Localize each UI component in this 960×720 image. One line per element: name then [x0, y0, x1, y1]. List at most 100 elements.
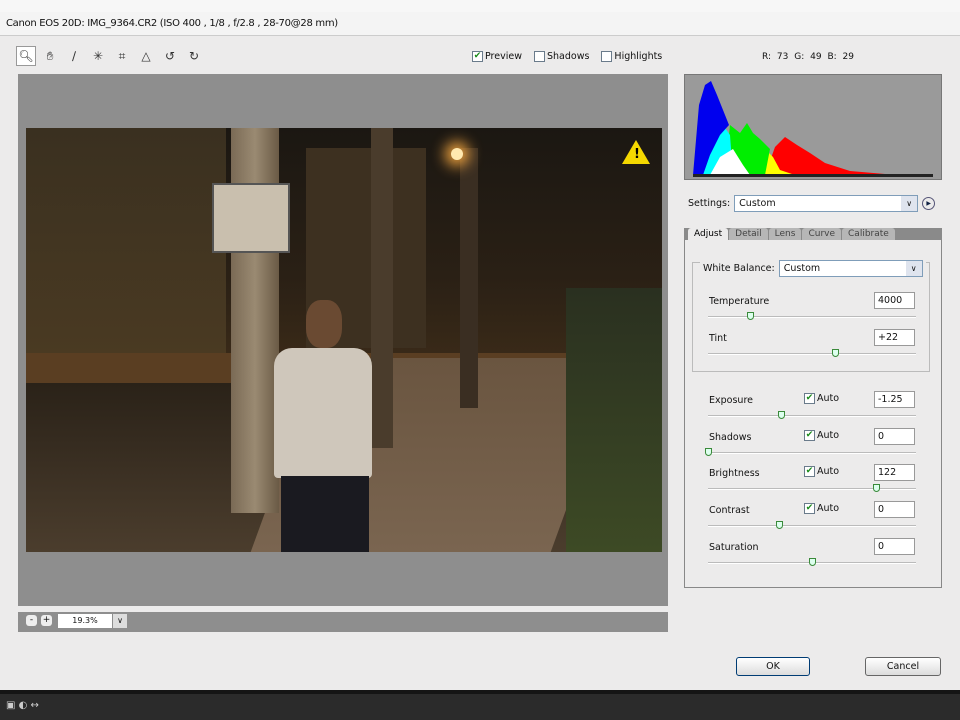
slider-label: Contrast [709, 505, 750, 516]
bushes [566, 288, 662, 552]
window-title: Canon EOS 20D: IMG_9364.CR2 (ISO 400 , 1… [6, 18, 338, 29]
street-light [451, 148, 463, 160]
white-balance-eyedropper-icon[interactable]: ∕ [64, 46, 84, 66]
g-value: 49 [810, 52, 822, 62]
slider-row-saturation: Saturation 0 [708, 538, 918, 568]
taskbar: ▣ ◐ ↔ [0, 690, 960, 720]
white-balance-row: White Balance: Custom ∨ [700, 260, 926, 277]
tab-adjust[interactable]: Adjust [688, 228, 729, 240]
slider-track[interactable] [708, 312, 916, 320]
slider-value-field[interactable]: 0 [874, 501, 915, 518]
zoom-out-button[interactable]: - [26, 615, 37, 626]
photo-preview[interactable]: ! [26, 128, 662, 552]
preview-label: Preview [485, 51, 522, 62]
slider-thumb[interactable] [873, 484, 881, 492]
zoom-level-field[interactable]: 19.3% [58, 614, 112, 628]
slider-track[interactable] [708, 349, 916, 357]
tab-detail[interactable]: Detail [729, 228, 768, 240]
auto-checkbox[interactable]: ✔ Auto [804, 503, 839, 514]
white-balance-select[interactable]: Custom ∨ [778, 260, 923, 277]
slider-thumb[interactable] [705, 448, 712, 456]
slider-thumb[interactable] [775, 521, 783, 529]
toolbar: 🔍︎ ✋︎ ∕ ✳ ⌗ △ ↺ ↻ [16, 46, 204, 68]
rotate-right-icon[interactable]: ↻ [184, 46, 204, 66]
slider-thumb[interactable] [746, 312, 754, 320]
white-balance-label: White Balance: [703, 263, 775, 274]
tab-calibrate[interactable]: Calibrate [842, 228, 895, 240]
slider-value-field[interactable]: +22 [874, 329, 915, 346]
auto-checkbox[interactable]: ✔ Auto [804, 393, 839, 404]
taskbar-icons[interactable]: ▣ ◐ ↔ [6, 700, 39, 711]
slider-row-brightness: Brightness ✔ Auto 122 [708, 464, 918, 494]
slider-thumb[interactable] [831, 349, 839, 357]
auto-label: Auto [817, 466, 840, 477]
chevron-down-icon[interactable]: ∨ [905, 261, 922, 276]
slider-value-field[interactable]: 0 [874, 538, 915, 555]
color-sampler-icon[interactable]: ✳ [88, 46, 108, 66]
rgb-readout: R: 73 G: 49 B: 29 [762, 52, 854, 62]
slider-label: Tint [709, 333, 727, 344]
slider-value-field[interactable]: 0 [874, 428, 915, 445]
preview-checkbox[interactable]: ✔ Preview [472, 51, 522, 62]
settings-menu-icon[interactable]: ▶ [922, 197, 936, 210]
checkbox-box[interactable]: ✔ [472, 51, 483, 62]
highlights-clipping-checkbox[interactable]: Highlights [601, 51, 662, 62]
cancel-button[interactable]: Cancel [865, 657, 941, 676]
slider-value-field[interactable]: 122 [874, 464, 915, 481]
histogram-graph [693, 81, 933, 177]
histogram-red [765, 137, 915, 175]
tab-curve[interactable]: Curve [802, 228, 842, 240]
zoom-in-button[interactable]: + [41, 615, 52, 626]
slider-value-field[interactable]: -1.25 [874, 391, 915, 408]
straighten-icon[interactable]: △ [136, 46, 156, 66]
slider-track[interactable] [708, 521, 916, 529]
auto-label: Auto [817, 393, 840, 404]
chevron-down-icon[interactable]: ∨ [901, 196, 918, 211]
slider-track[interactable] [705, 448, 916, 456]
slider-track[interactable] [708, 558, 916, 566]
slider-label: Saturation [709, 542, 759, 553]
title-bar: Canon EOS 20D: IMG_9364.CR2 (ISO 400 , 1… [0, 12, 960, 36]
rotate-left-icon[interactable]: ↺ [160, 46, 180, 66]
slider-thumb[interactable] [809, 558, 816, 566]
auto-label: Auto [817, 503, 840, 514]
slider-value-field[interactable]: 4000 [874, 292, 915, 309]
slider-label: Exposure [709, 395, 753, 406]
ok-button[interactable]: OK [736, 657, 810, 676]
slider-track[interactable] [708, 484, 916, 492]
slider-row-shadows: Shadows ✔ Auto 0 [705, 428, 918, 458]
slider-row-contrast: Contrast ✔ Auto 0 [708, 501, 918, 531]
white-balance-value: Custom [783, 263, 821, 274]
auto-checkbox[interactable]: ✔ Auto [804, 430, 839, 441]
slider-row-temperature: Temperature 4000 [708, 292, 918, 322]
checkbox-box[interactable]: ✔ [804, 466, 815, 477]
slider-track[interactable] [708, 411, 916, 419]
g-label: G: [794, 52, 805, 62]
settings-label: Settings: [688, 198, 731, 209]
zoom-icon[interactable]: 🔍︎ [16, 46, 36, 66]
b-label: B: [827, 52, 837, 62]
crop-icon[interactable]: ⌗ [112, 46, 132, 66]
slider-label: Temperature [709, 296, 770, 307]
r-label: R: [762, 52, 772, 62]
checkbox-box[interactable] [533, 51, 545, 62]
settings-select[interactable]: Custom ∨ [734, 195, 919, 212]
shadows-clipping-checkbox[interactable]: Shadows [533, 51, 590, 62]
b-value: 29 [842, 52, 854, 62]
auto-checkbox[interactable]: ✔ Auto [804, 466, 839, 477]
slider-row-tint: Tint +22 [708, 329, 918, 359]
person-shirt [274, 348, 372, 478]
checkbox-box[interactable] [601, 51, 613, 62]
hand-icon[interactable]: ✋︎ [40, 46, 60, 66]
building-left [26, 128, 226, 358]
zoom-dropdown-chevron-icon[interactable]: ∨ [113, 614, 127, 628]
tab-lens[interactable]: Lens [768, 228, 802, 240]
shadows-label: Shadows [546, 51, 590, 62]
highlights-label: Highlights [614, 51, 663, 62]
checkbox-box[interactable]: ✔ [804, 393, 815, 404]
checkbox-box[interactable]: ✔ [804, 430, 815, 441]
checkbox-box[interactable]: ✔ [804, 503, 815, 514]
settings-row: Settings: Custom ∨ ▶ [688, 195, 936, 212]
warning-exclamation: ! [634, 147, 640, 162]
slider-thumb[interactable] [777, 411, 785, 419]
